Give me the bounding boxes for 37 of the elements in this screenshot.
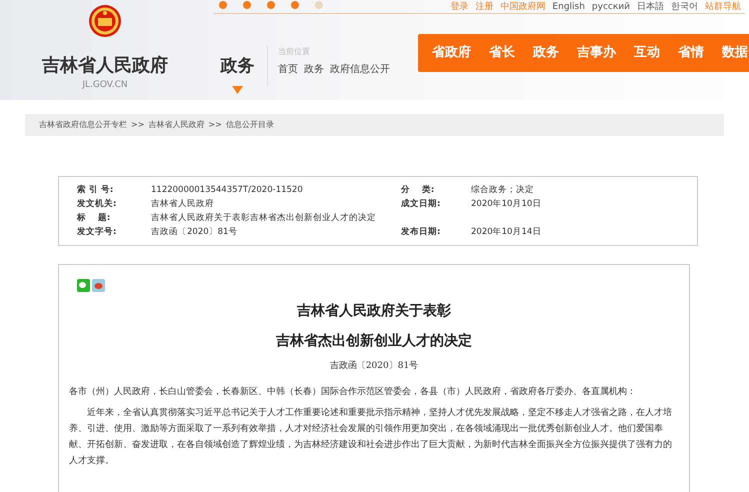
location-link[interactable]: 政府信息公开 [330, 62, 390, 77]
meta-label: 索 引 号: [77, 184, 114, 196]
breadcrumb-link[interactable]: 吉林省人民政府 [148, 119, 204, 131]
meta-value: 11220000013544357T/2020-11520 [151, 184, 304, 196]
location-link[interactable]: 政务 [304, 62, 324, 77]
meta-label: 成文日期: [401, 198, 442, 210]
meta-label: 标 题: [77, 212, 112, 224]
location-label: 当前位置 [278, 46, 311, 58]
meta-value: 综合政务；决定 [471, 184, 534, 196]
breadcrumb-link[interactable]: >> [208, 119, 222, 131]
wechat-icon[interactable] [77, 279, 90, 292]
location-link[interactable]: 首页 [278, 62, 298, 77]
article-title: 吉林省人民政府关于表彰 [297, 302, 451, 321]
article-paragraph: 近年来，全省认真贯彻落实习近平总书记关于人才工作重要论述和重要批示指示精神，坚持人才优先发展战略，坚定不移走人才强省之路，在人才培养、引进、使用、激励等方面采取了一系列有效举措，人才对经济社会发展的引领作用更加突出，在各领域涌现出一批优秀创新创业人才。他们爱国奉献、开拓创新、奋发进取，在各自领域创造了辉煌业绩，为吉林经济建设和社会进步作出了巨大贡献，为新时代吉林全面振兴全方位振兴提供了强有力的人才支撑。 [69, 406, 673, 468]
meta-label: 发文机关: [77, 198, 118, 210]
section-title: 政务 [220, 55, 254, 78]
breadcrumb-link[interactable]: >> [131, 119, 144, 131]
article-title: 吉林省杰出创新创业人才的决定 [276, 332, 472, 351]
top-link[interactable]: русский [592, 1, 630, 13]
meta-value: 2020年10月10日 [471, 198, 542, 210]
document-number: 吉政函〔2020〕81号 [330, 360, 418, 373]
top-link[interactable]: 한국어 [671, 1, 698, 13]
meta-value: 吉林省人民政府 [151, 198, 215, 210]
top-link[interactable]: English [552, 1, 585, 13]
breadcrumb-link[interactable]: 信息公开目录 [226, 119, 274, 131]
meta-label: 发布日期: [401, 226, 442, 238]
top-link[interactable]: 日本語 [637, 1, 664, 13]
meta-value: 2020年10月14日 [471, 226, 542, 238]
meta-label: 发文字号: [77, 226, 118, 238]
article-paragraph: 各市（州）人民政府，长白山管委会，长春新区、中韩（长春）国际合作示范区管委会，各县（市）人民政府，省政府各厅委办、各直属机构： [69, 385, 637, 398]
meta-value: 吉政函〔2020〕81号 [151, 226, 238, 238]
meta-value: 吉林省人民政府关于表彰吉林省杰出创新创业人才的决定 [151, 212, 377, 224]
site-domain: JL.GOV.CN [82, 79, 128, 92]
down-triangle-icon [232, 86, 243, 94]
site-title: 吉林省人民政府 [42, 54, 168, 78]
meta-label: 分 类: [401, 184, 436, 196]
breadcrumb-link[interactable]: 吉林省政府信息公开专栏 [39, 119, 127, 131]
